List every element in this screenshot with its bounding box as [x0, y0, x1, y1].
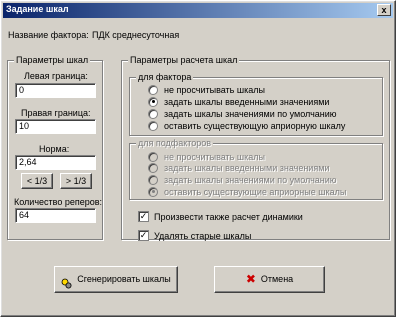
factor-name-label: Название фактора: — [8, 30, 89, 40]
cancel-button[interactable]: ✖ Отмена — [214, 266, 325, 293]
subfactor-radio-legend: для подфакторов — [136, 138, 214, 148]
decrease-third-button[interactable]: < 1/3 — [21, 173, 53, 189]
norm-label: Норма: — [39, 144, 70, 154]
norm-input[interactable]: 2,64 — [15, 155, 96, 170]
radio-sub-no-calc — [148, 151, 158, 162]
radio-sub-default-values — [148, 174, 158, 185]
generate-icon — [61, 274, 72, 289]
factor-option-keep-existing[interactable]: оставить существующую априорную шкалу — [148, 120, 345, 131]
radio-default-values[interactable] — [148, 108, 158, 119]
calc-params-legend: Параметры расчета шкал — [128, 55, 240, 65]
dynamics-checkbox-row[interactable]: ✓ Произвести также расчет динамики — [138, 211, 303, 223]
factor-name-value: ПДК среднесуточная — [92, 30, 180, 40]
delete-old-checkbox-label: Удалять старые шкалы — [154, 230, 252, 241]
subfactor-option-no-calc: не просчитывать шкалы — [148, 151, 265, 162]
markers-count-input[interactable]: 64 — [15, 208, 96, 223]
left-bound-label: Левая граница: — [24, 71, 88, 81]
factor-radio-legend: для фактора — [136, 72, 194, 82]
title-bar[interactable]: Задание шкал x — [3, 3, 393, 18]
radio-sub-entered-values — [148, 162, 158, 173]
radio-entered-values[interactable] — [148, 96, 158, 107]
subfactor-option-default-values: задать шкалы значениями по умолчанию — [148, 174, 337, 185]
dynamics-checkbox-label: Произвести также расчет динамики — [154, 211, 303, 222]
factor-option-default-values[interactable]: задать шкалы значениями по умолчанию — [148, 108, 337, 119]
window-title: Задание шкал — [6, 4, 69, 14]
radio-keep-existing[interactable] — [148, 120, 158, 131]
cancel-x-icon: ✖ — [245, 272, 256, 287]
left-bound-input[interactable]: 0 — [15, 83, 96, 98]
dialog-window: Задание шкал x Название фактора: ПДК сре… — [0, 0, 396, 317]
delete-old-checkbox-row[interactable]: ✓ Удалять старые шкалы — [138, 230, 252, 242]
cancel-label: Отмена — [260, 274, 294, 284]
generate-scales-label: Сгенерировать шкалы — [77, 274, 171, 284]
factor-option-no-calc[interactable]: не просчитывать шкалы — [148, 84, 265, 95]
dynamics-checkbox[interactable]: ✓ — [138, 211, 149, 223]
radio-no-calc[interactable] — [148, 84, 158, 95]
right-bound-label: Правая граница: — [21, 108, 91, 118]
gears-icon-svg — [61, 278, 72, 289]
close-icon: x — [381, 5, 387, 15]
generate-scales-button[interactable]: Сгенерировать шкалы — [54, 266, 178, 293]
delete-old-checkbox[interactable]: ✓ — [138, 230, 149, 242]
close-button[interactable]: x — [377, 4, 391, 16]
increase-third-button[interactable]: > 1/3 — [60, 173, 92, 189]
subfactor-option-entered-values: задать шкалы введенными значениями — [148, 162, 329, 173]
subfactor-option-keep-existing: оставить существующие априорные шкалы — [148, 186, 346, 197]
scale-params-legend: Параметры шкал — [14, 55, 91, 65]
right-bound-input[interactable]: 10 — [15, 119, 96, 134]
markers-count-label: Количество реперов: — [14, 197, 103, 207]
factor-option-entered-values[interactable]: задать шкалы введенными значениями — [148, 96, 329, 107]
radio-sub-keep-existing — [148, 186, 158, 197]
